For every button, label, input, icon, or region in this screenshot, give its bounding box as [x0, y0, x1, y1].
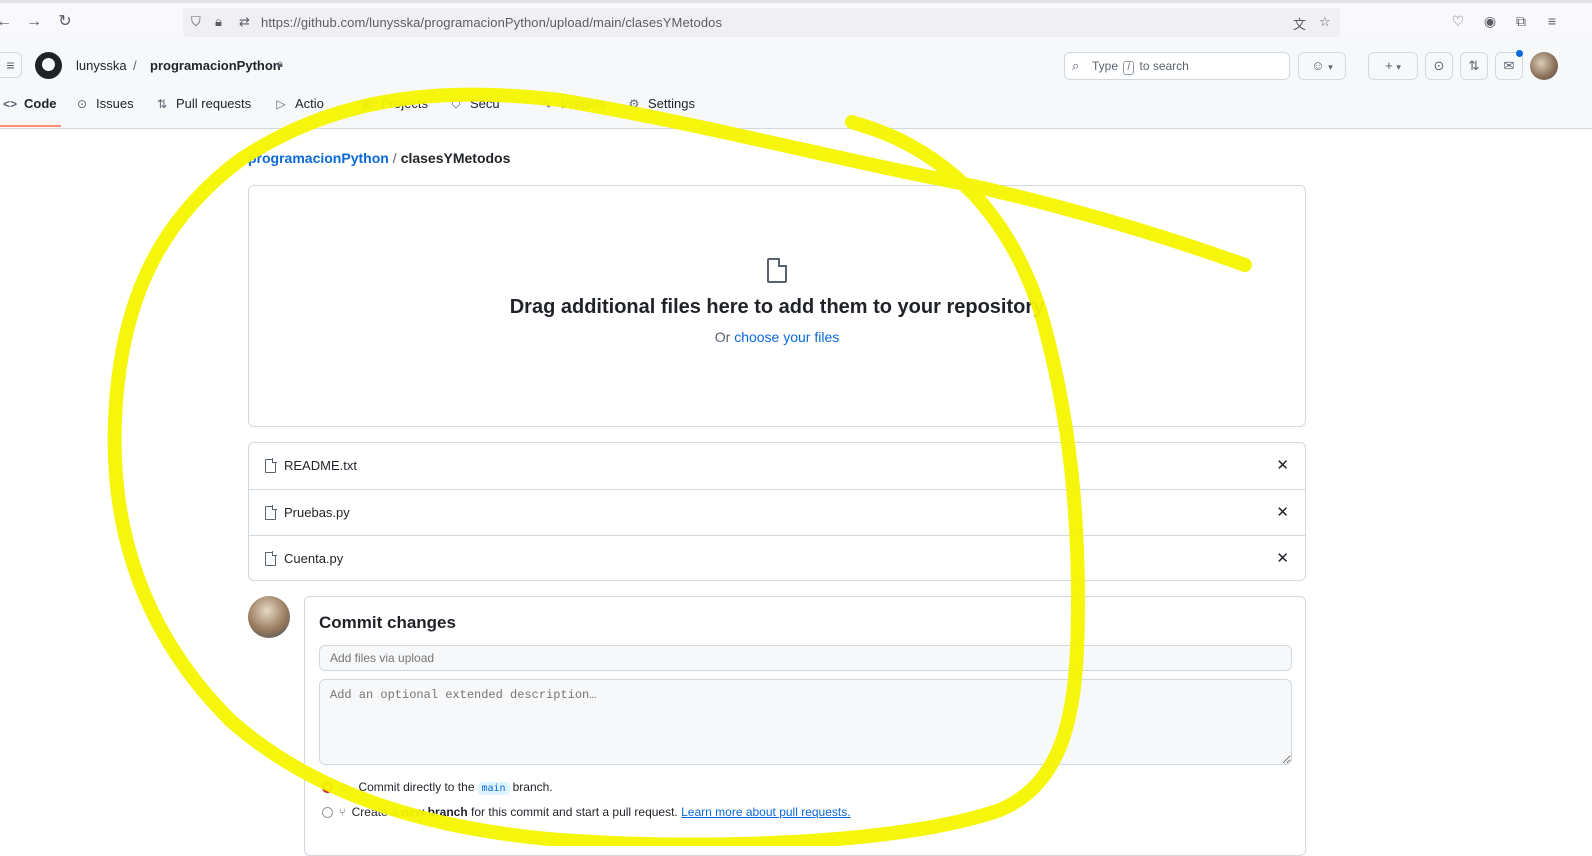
commit-icon: -o-: [339, 782, 353, 794]
issue-icon: ⊙: [76, 97, 88, 111]
search-icon: ⌕: [1072, 58, 1080, 73]
play-icon: ▷: [276, 97, 286, 111]
pull-request-icon: ⇅: [156, 97, 168, 111]
drop-zone-subtitle: Or choose your files: [249, 329, 1305, 345]
inbox-icon: ✉: [1503, 58, 1515, 73]
pocket-icon[interactable]: ♡: [1449, 13, 1467, 31]
commit-direct-option[interactable]: -o- Commit directly to the main branch.: [322, 780, 553, 795]
close-icon[interactable]: ✕: [1276, 503, 1289, 521]
create-new-button[interactable]: + ▾: [1368, 52, 1418, 80]
file-icon: [767, 258, 787, 283]
breadcrumb: programacionPython / clasesYMetodos: [248, 150, 510, 166]
copilot-icon: ☺: [1311, 58, 1325, 73]
url-text[interactable]: https://github.com/lunysska/programacion…: [261, 15, 722, 30]
path-separator: /: [133, 58, 137, 73]
table-icon: ▦: [361, 97, 373, 111]
commit-form: Commit changes -o-Commit directly to the…: [304, 596, 1306, 856]
repo-link[interactable]: programacionPython: [150, 58, 281, 73]
branch-name: main: [477, 782, 510, 795]
branch-icon: ⑂: [339, 807, 346, 819]
reload-icon[interactable]: ↻: [55, 12, 75, 32]
file-name: Cuenta.py: [284, 551, 344, 566]
tab-issues[interactable]: ⊙ Issues: [74, 96, 134, 128]
shield-icon: ⛉: [451, 97, 461, 111]
learn-more-link[interactable]: Learn more about pull requests.: [681, 805, 850, 819]
issues-button[interactable]: ⊙: [1425, 52, 1453, 80]
drop-zone-or: Or: [714, 329, 731, 345]
plus-icon: +: [1385, 58, 1393, 73]
permissions-icon[interactable]: ⇄: [239, 14, 250, 30]
avatar[interactable]: [1530, 52, 1558, 80]
list-item: Pruebas.py ✕: [249, 489, 1305, 535]
translate-icon[interactable]: 文: [1293, 14, 1306, 33]
pull-requests-button[interactable]: ⇅: [1460, 52, 1488, 80]
drop-zone-title: Drag additional files here to add them t…: [509, 296, 1045, 318]
shield-icon[interactable]: ⛉: [191, 14, 201, 30]
breadcrumb-repo-link[interactable]: programacionPython: [248, 150, 389, 166]
code-icon: <>: [2, 97, 17, 111]
active-tab-indicator: [0, 125, 61, 127]
tab-projects[interactable]: ▦ Projects: [359, 96, 428, 128]
file-icon: [265, 458, 277, 473]
chevron-down-icon: ▾: [1396, 62, 1401, 72]
commit-summary-input[interactable]: [319, 645, 1292, 671]
tab-pull-requests[interactable]: ⇅ Pull requests: [154, 96, 251, 128]
github-logo-icon[interactable]: [35, 52, 62, 79]
search-input[interactable]: ⌕ Type / to search: [1064, 52, 1290, 80]
avatar: [248, 596, 290, 638]
uploaded-file-list: README.txt ✕ Pruebas.py ✕ Cuenta.py ✕: [248, 442, 1306, 581]
arrow-right-icon[interactable]: →: [24, 12, 44, 32]
extensions-icon[interactable]: ⧉: [1512, 13, 1530, 31]
close-icon[interactable]: ✕: [1276, 549, 1289, 567]
lock-icon[interactable]: 🔒︎: [215, 14, 222, 30]
list-item: README.txt ✕: [249, 443, 1305, 489]
tab-actions[interactable]: ▷ Actio: [273, 96, 324, 128]
owner-link[interactable]: lunysska: [76, 58, 127, 73]
breadcrumb-current-folder: clasesYMetodos: [400, 150, 511, 166]
search-shortcut-key: /: [1123, 61, 1135, 75]
file-drop-zone[interactable]: Drag additional files here to add them t…: [248, 185, 1306, 427]
private-lock-icon: 🔒︎: [277, 58, 283, 70]
copilot-button[interactable]: ☺ ▾: [1298, 52, 1346, 80]
graph-icon: ∿: [541, 97, 553, 111]
hamburger-menu-icon[interactable]: ≡: [0, 52, 22, 78]
commit-description-input[interactable]: [319, 679, 1292, 765]
commit-title: Commit changes: [319, 613, 456, 632]
file-name: README.txt: [284, 458, 357, 473]
search-prefix: Type: [1092, 59, 1119, 73]
radio-new-branch[interactable]: [322, 807, 333, 818]
bookmark-star-icon[interactable]: ☆: [1319, 14, 1331, 30]
issue-icon: ⊙: [1433, 58, 1445, 73]
tab-security[interactable]: ⛉ Secu: [448, 96, 499, 128]
radio-direct[interactable]: [322, 782, 333, 793]
notification-dot: [1516, 50, 1523, 57]
commit-new-branch-option[interactable]: ⑂ Create a new branch for this commit and…: [322, 805, 851, 819]
file-name: Pruebas.py: [284, 505, 350, 520]
browser-toolbar: ← → ↻ ⛉ 🔒︎ ⇄ https://github.com/lunysska…: [0, 0, 1592, 38]
pull-request-icon: ⇅: [1468, 58, 1480, 73]
tab-code[interactable]: <> Code: [2, 96, 57, 128]
account-icon[interactable]: ◉: [1481, 13, 1499, 31]
file-icon: [265, 505, 277, 520]
list-item: Cuenta.py ✕: [249, 535, 1305, 581]
breadcrumb-separator: /: [392, 150, 397, 166]
arrow-left-icon[interactable]: ←: [0, 12, 14, 32]
tab-settings[interactable]: ⚙ Settings: [626, 96, 695, 128]
search-suffix: to search: [1139, 59, 1189, 73]
file-icon: [265, 551, 277, 566]
chevron-down-icon: ▾: [1328, 62, 1333, 72]
gear-icon: ⚙: [628, 97, 640, 111]
close-icon[interactable]: ✕: [1276, 456, 1289, 474]
tab-insights[interactable]: ∿ Insights: [539, 96, 606, 128]
address-bar[interactable]: ⛉ 🔒︎ ⇄ https://github.com/lunysska/progr…: [183, 8, 1340, 37]
choose-files-link[interactable]: choose your files: [734, 329, 839, 345]
menu-icon[interactable]: ≡: [1543, 13, 1561, 31]
